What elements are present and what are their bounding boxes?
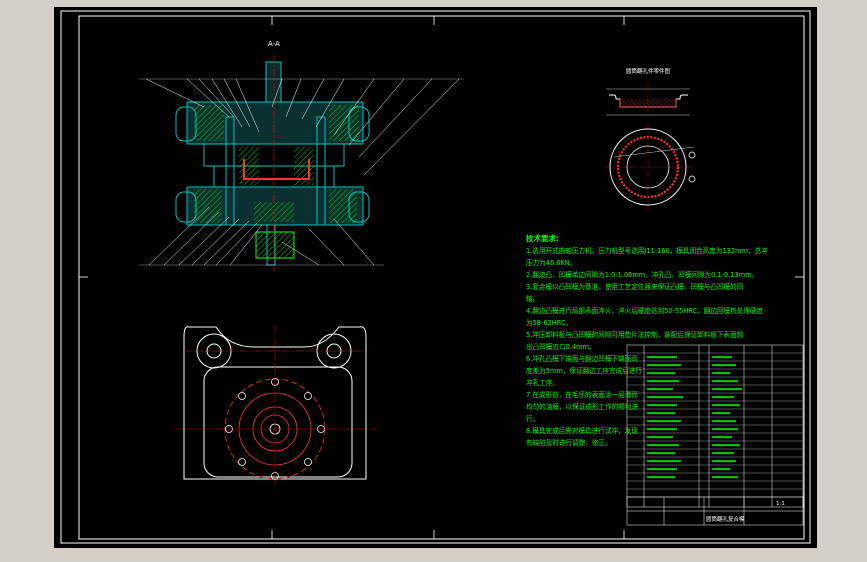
part-drawing-title: 圆筒翻孔件零件图: [626, 69, 671, 75]
section-label: A-A: [268, 40, 280, 48]
note-line: 出凸凹模刃口0.4mm。: [526, 343, 596, 351]
title-block-scale: 1:1: [776, 501, 785, 507]
note-line: 5.冲压卸料板与凸凹模的间隙可用垫片法控制，装配后保证卸料板下表面超: [526, 331, 744, 339]
notes-title: 技术要求:: [526, 234, 559, 243]
note-line: 轴。: [526, 295, 540, 303]
die-shank: [265, 61, 282, 105]
note-line: 7.在成形前，在毛坯的表面涂一层薄而: [526, 391, 638, 399]
note-line: 1.选用开式曲轴压力机，压力机型号选用J11-160，模具闭合高度为132mm，…: [526, 247, 768, 255]
note-line: 2.翻边凸、凹模单边间隙为1.0-1.06mm，冲孔凸、凹模间隙为0.1-0.1…: [526, 271, 759, 279]
part-section-view: [606, 82, 690, 116]
note-line: 压力为46.6KN。: [526, 259, 577, 267]
note-line: 行。: [526, 415, 540, 423]
note-line: 3.复合模以凸凹模为基准，使用工艺定位器来保证凸模、凹模与凸凹模的同: [526, 283, 744, 291]
note-line: 有缺陷及时进行调整、修正。: [526, 439, 612, 447]
cad-viewport[interactable]: A-A 圆筒翻孔件零件图 技术要求: 1.选用开式曲轴压力机，压力机型号选用J1…: [54, 7, 817, 548]
note-line: 度差为5mm，保证翻边工序完成后进行: [526, 367, 642, 375]
note-line: 8.模具完成后需对模具进行试冲，发现: [526, 427, 638, 435]
technical-requirements: 技术要求: 1.选用开式曲轴压力机，压力机型号选用J11-160，模具闭合高度为…: [526, 233, 846, 449]
note-line: 6.冲孔凸模下端面与翻边凹模下端面高: [526, 355, 638, 363]
title-block-drawing-name: 圆筒翻孔复合模: [706, 517, 745, 523]
note-line: 4.翻边凸模进行局部表面淬火，淬火后硬度达到50-55HRC，翻边回模热处理硬度: [526, 307, 764, 315]
note-line: 均匀的油膜，以保证成形工作的顺利进: [526, 403, 639, 411]
part-plan-view: [604, 123, 696, 211]
note-line: 为58-62HRC。: [526, 319, 573, 327]
note-line: 冲孔工序。: [526, 379, 559, 387]
